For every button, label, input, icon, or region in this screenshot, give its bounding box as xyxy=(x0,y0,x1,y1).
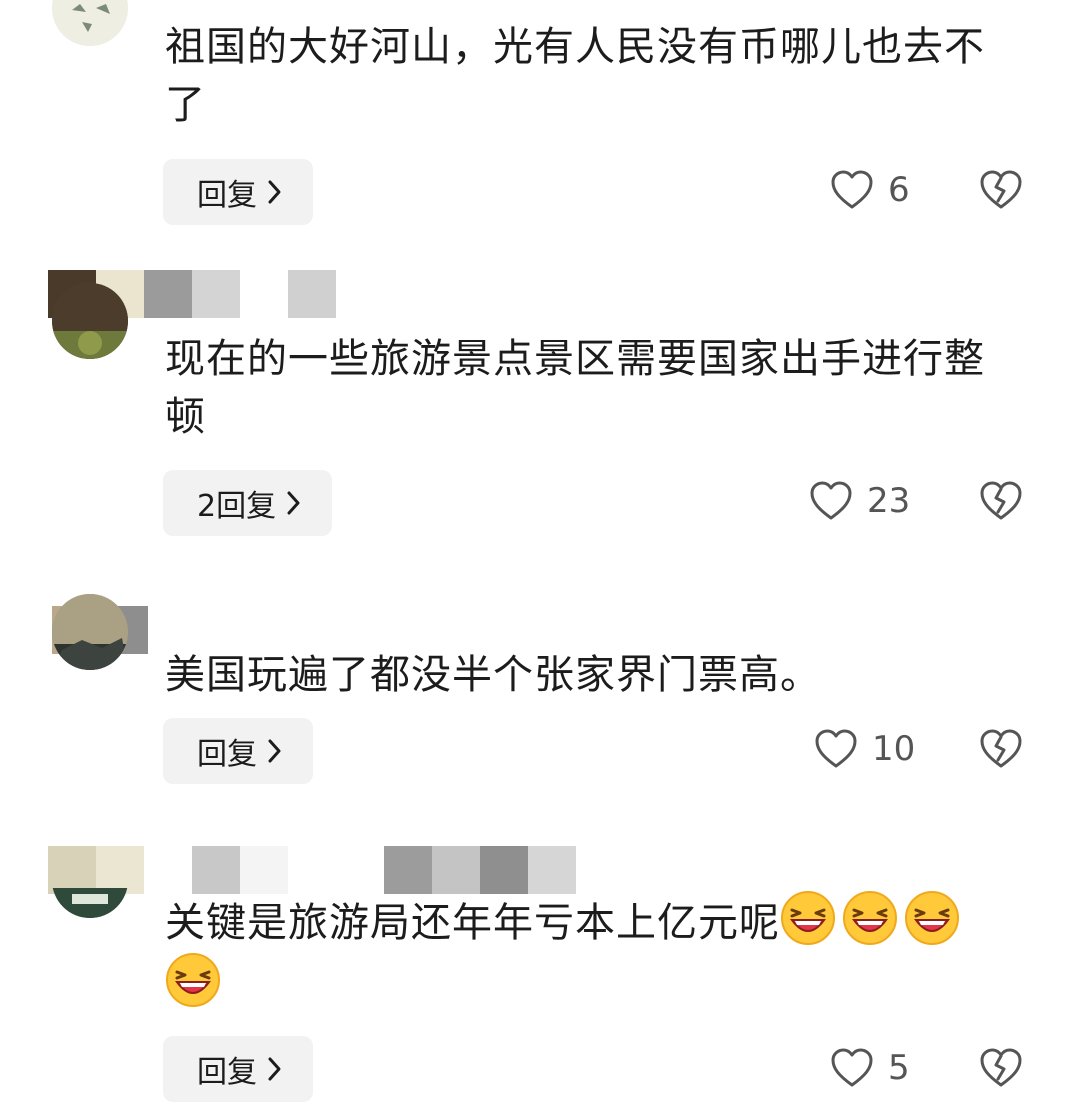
laughing-face-icon xyxy=(905,891,959,945)
laughing-face-icon xyxy=(843,891,897,945)
reply-label: 回复 xyxy=(197,1055,257,1090)
comment-text: 关键是旅游局还年年亏本上亿元呢 xyxy=(165,890,1015,1014)
username-mosaic xyxy=(48,846,576,894)
comment-text-body: 关键是旅游局还年年亏本上亿元呢 xyxy=(165,900,780,946)
reply-button[interactable]: 回复 xyxy=(163,1036,313,1102)
comment-item: 关键是旅游局还年年亏本上亿元呢 回复 5 xyxy=(0,0,1080,1102)
laughing-face-icon xyxy=(166,953,220,1007)
broken-heart-icon[interactable] xyxy=(979,1048,1023,1088)
heart-outline-icon xyxy=(831,1048,873,1087)
like-button[interactable]: 5 xyxy=(830,1048,910,1088)
like-count: 5 xyxy=(888,1048,910,1088)
laughing-face-icon xyxy=(781,891,835,945)
chevron-right-icon xyxy=(268,1057,281,1081)
